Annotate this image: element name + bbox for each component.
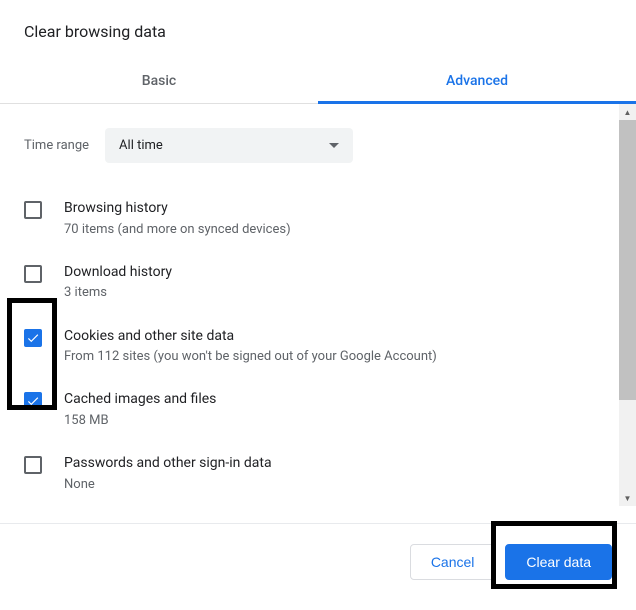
scrollbar-down-icon[interactable]: ▼ bbox=[619, 490, 636, 506]
time-range-label: Time range bbox=[24, 138, 89, 153]
option-sub: 3 items bbox=[64, 284, 619, 302]
option-title: Download history bbox=[64, 263, 619, 283]
checkbox-browsing-history[interactable] bbox=[24, 201, 42, 219]
option-title: Browsing history bbox=[64, 199, 619, 219]
clear-data-button[interactable]: Clear data bbox=[505, 544, 612, 580]
tab-advanced[interactable]: Advanced bbox=[318, 59, 636, 103]
clear-browsing-data-dialog: Clear browsing data Basic Advanced Time … bbox=[0, 0, 636, 610]
cancel-button[interactable]: Cancel bbox=[410, 544, 496, 580]
time-range-select[interactable]: All time bbox=[105, 128, 353, 163]
option-title: Passwords and other sign-in data bbox=[64, 454, 619, 474]
option-sub: From 112 sites (you won't be signed out … bbox=[64, 348, 619, 366]
scrollbar-track[interactable]: ▲ ▼ bbox=[619, 104, 636, 506]
option-title: Cached images and files bbox=[64, 390, 619, 410]
chevron-down-icon bbox=[329, 143, 339, 148]
content-area: Time range All time Browsing history 70 … bbox=[0, 104, 636, 506]
check-icon bbox=[26, 394, 40, 408]
checkbox-passwords[interactable] bbox=[24, 456, 42, 474]
checkbox-cached-images[interactable] bbox=[24, 392, 42, 410]
option-sub: None bbox=[64, 476, 619, 494]
tabs: Basic Advanced bbox=[0, 59, 636, 104]
option-sub: 70 items (and more on synced devices) bbox=[64, 221, 619, 239]
checkbox-cookies[interactable] bbox=[24, 329, 42, 347]
time-range-value: All time bbox=[119, 138, 163, 153]
list-item: Passwords and other sign-in data None bbox=[24, 442, 619, 506]
scrollbar-thumb[interactable] bbox=[619, 120, 636, 400]
time-range-row: Time range All time bbox=[0, 104, 619, 187]
list-item: Cookies and other site data From 112 sit… bbox=[24, 315, 619, 379]
tab-basic[interactable]: Basic bbox=[0, 59, 318, 103]
scrollbar-up-icon[interactable]: ▲ bbox=[619, 104, 636, 120]
dialog-title: Clear browsing data bbox=[0, 0, 636, 41]
list-item: Download history 3 items bbox=[24, 251, 619, 315]
dialog-footer: Cancel Clear data bbox=[0, 523, 636, 610]
option-title: Cookies and other site data bbox=[64, 327, 619, 347]
check-icon bbox=[26, 331, 40, 345]
list-item: Cached images and files 158 MB bbox=[24, 378, 619, 442]
checkbox-download-history[interactable] bbox=[24, 265, 42, 283]
option-sub: 158 MB bbox=[64, 412, 619, 430]
list-item: Browsing history 70 items (and more on s… bbox=[24, 187, 619, 251]
options-list: Browsing history 70 items (and more on s… bbox=[0, 187, 619, 506]
